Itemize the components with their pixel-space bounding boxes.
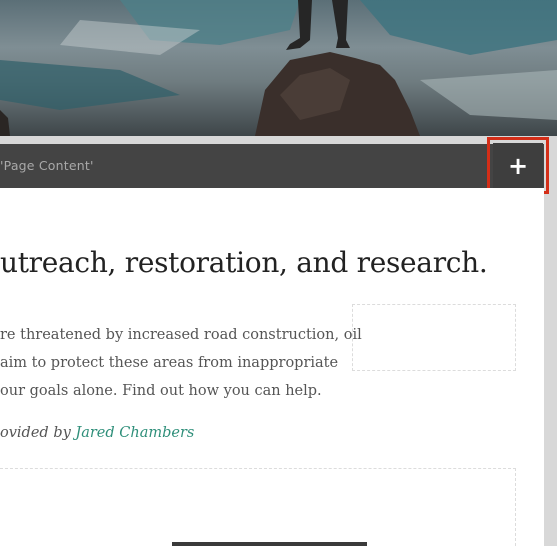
frame-right-edge	[544, 136, 557, 546]
body-line: our goals alone. Find out how you can he…	[0, 383, 322, 399]
add-block-button-highlight[interactable]: +	[487, 137, 549, 194]
credit-prefix: ovided by	[0, 425, 76, 441]
empty-block-area[interactable]	[0, 468, 516, 546]
section-toolbar: 'Page Content'	[0, 144, 544, 188]
plus-icon: +	[507, 151, 529, 180]
bottom-toolbar-edge	[172, 542, 367, 546]
body-line: re threatened by increased road construc…	[0, 327, 362, 343]
credit-author-link[interactable]: Jared Chambers	[75, 425, 194, 441]
section-label: 'Page Content'	[0, 158, 94, 173]
mountain-scene	[0, 0, 557, 136]
page-content: utreach, restoration, and research. re t…	[0, 188, 544, 546]
photo-credit: ovided by Jared Chambers	[0, 425, 194, 441]
body-line: aim to protect these areas from inapprop…	[0, 355, 339, 371]
add-block-button[interactable]: +	[493, 143, 543, 188]
body-paragraph: re threatened by increased road construc…	[0, 321, 362, 405]
banner-image	[0, 0, 557, 136]
page-heading: utreach, restoration, and research.	[0, 246, 488, 279]
frame-top-edge	[0, 136, 557, 144]
empty-block-placeholder[interactable]	[352, 304, 516, 371]
